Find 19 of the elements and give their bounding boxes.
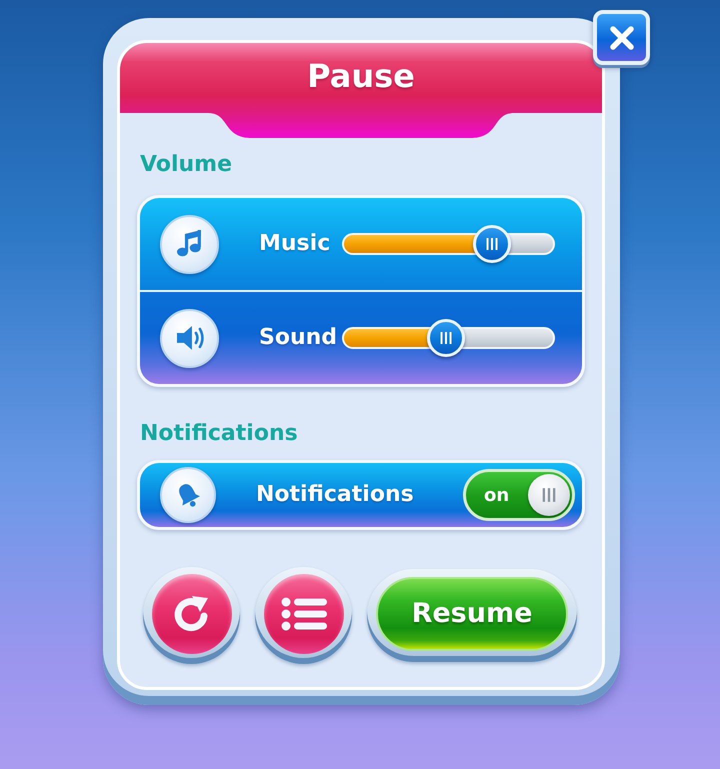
close-button[interactable] [593, 10, 650, 65]
speaker-icon [160, 308, 219, 368]
slider-track[interactable] [342, 318, 555, 358]
resume-button[interactable]: Resume [367, 569, 577, 662]
setting-label: Music [259, 230, 332, 258]
section-heading: Notifications [140, 421, 298, 447]
music-note-icon [160, 214, 219, 274]
setting-label: Notifications [256, 481, 415, 509]
toggle-switch[interactable]: on [463, 469, 575, 521]
bell-icon [160, 467, 216, 523]
list-icon [280, 596, 326, 630]
slider-thumb[interactable] [427, 319, 466, 357]
dialog-title: Pause [307, 56, 415, 97]
toggle-knob[interactable] [528, 474, 570, 516]
section-heading: Volume [140, 152, 232, 178]
slider-track[interactable] [342, 224, 555, 264]
slider-thumb[interactable] [473, 225, 512, 263]
close-icon [608, 24, 634, 50]
setting-label: Sound [259, 324, 338, 352]
